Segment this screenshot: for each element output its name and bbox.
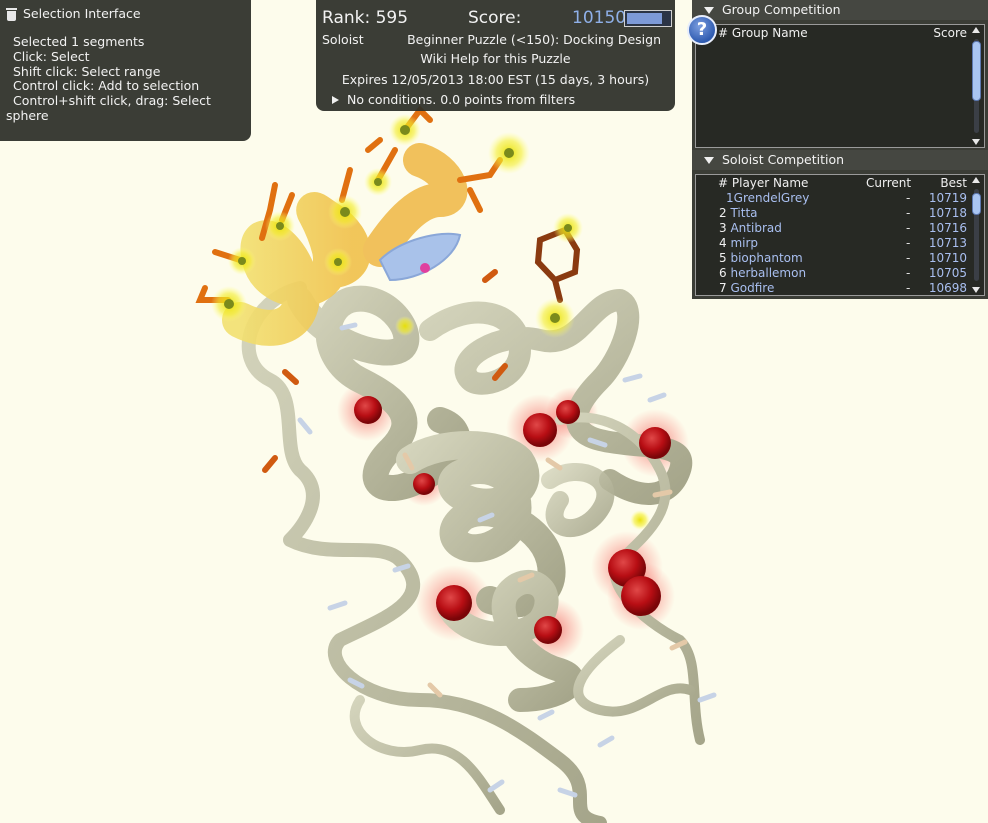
player-current-score: -	[906, 236, 911, 250]
competition-panel: Group Competition # Group Name Score Sol…	[692, 0, 988, 299]
player-rank: 3	[719, 221, 727, 235]
group-competition-list[interactable]: # Group Name Score	[695, 24, 985, 148]
player-name: Godfire	[730, 281, 775, 295]
player-name: herballemon	[730, 266, 807, 280]
player-best-score: 10698	[928, 281, 967, 295]
selection-interface-panel: Selection Interface Selected 1 segments …	[0, 0, 251, 141]
player-best-score: 10719	[928, 191, 967, 205]
best-column-header[interactable]: Best	[940, 175, 967, 191]
scroll-thumb[interactable]	[972, 193, 981, 215]
player-rank: 5	[719, 251, 727, 265]
soloist-competition-header[interactable]: Soloist Competition	[692, 150, 988, 170]
scroll-down-icon[interactable]	[972, 287, 980, 293]
player-current-score: -	[906, 206, 911, 220]
player-rank-name: 1GrendelGrey	[726, 191, 809, 206]
player-rank-name: 4 mirp	[719, 236, 758, 251]
conditions-text: No conditions. 0.0 points from filters	[347, 92, 576, 107]
player-rank: 6	[719, 266, 727, 280]
leaderboard-row[interactable]: 1GrendelGrey - 10719	[696, 191, 984, 206]
soloist-list-scrollbar[interactable]	[971, 177, 982, 293]
expiration-info: Expires 12/05/2013 18:00 EST (15 days, 3…	[341, 72, 650, 87]
player-rank: 4	[719, 236, 727, 250]
leaderboard-row[interactable]: 6 herballemon - 10705	[696, 266, 984, 281]
collapse-arrow-icon[interactable]	[704, 157, 714, 164]
player-rank-name: 7 Godfire	[719, 281, 775, 295]
player-name: Titta	[730, 206, 758, 220]
player-name: biophantom	[730, 251, 803, 265]
soloist-competition-list[interactable]: # Player Name Current Best 1GrendelGrey -…	[695, 174, 985, 296]
player-name: GrendelGrey	[733, 191, 810, 205]
score-label: Score:	[468, 8, 522, 28]
play-mode: Soloist	[322, 32, 364, 47]
player-rank: 1	[726, 191, 734, 205]
help-icon[interactable]: ?	[687, 15, 717, 45]
expand-arrow-icon[interactable]	[332, 95, 339, 104]
player-rank: 7	[719, 281, 727, 295]
selection-interface-title: Selection Interface	[23, 5, 141, 21]
player-best-score: 10705	[928, 266, 967, 280]
player-current-score: -	[906, 221, 911, 235]
wiki-help-link[interactable]: Wiki Help for this Puzzle	[322, 50, 669, 68]
score-value: 10150	[572, 8, 627, 28]
current-column-header[interactable]: Current	[866, 175, 911, 191]
trash-icon[interactable]	[6, 7, 17, 21]
puzzle-name: Beginner Puzzle (<150): Docking Design	[407, 32, 661, 47]
rank-display: Rank: 595	[322, 8, 409, 28]
group-competition-title: Group Competition	[722, 2, 841, 17]
group-list-scrollbar[interactable]	[971, 27, 982, 145]
help-control-click: Control click: Add to selection	[13, 78, 200, 94]
score-progress-bar	[624, 10, 672, 27]
score-panel: Rank: 595 Score: 10150 Soloist Beginner …	[316, 0, 675, 111]
player-best-score: 10716	[928, 221, 967, 235]
scroll-down-icon[interactable]	[972, 139, 980, 145]
leaderboard-row[interactable]: 4 mirp - 10713	[696, 236, 984, 251]
player-current-score: -	[906, 266, 911, 280]
player-rank-name: 2 Titta	[719, 206, 758, 221]
help-click: Click: Select	[13, 48, 90, 64]
player-name-column-header[interactable]: # Player Name	[718, 175, 808, 191]
player-name: Antibrad	[730, 221, 782, 235]
leaderboard-row[interactable]: 5 biophantom - 10710	[696, 251, 984, 266]
conditions-toggle[interactable]: No conditions. 0.0 points from filters	[322, 92, 669, 107]
collapse-arrow-icon[interactable]	[704, 7, 714, 14]
player-best-score: 10710	[928, 251, 967, 265]
player-name: mirp	[730, 236, 759, 250]
player-current-score: -	[906, 251, 911, 265]
scroll-up-icon[interactable]	[972, 177, 980, 183]
leaderboard-row[interactable]: 3 Antibrad - 10716	[696, 221, 984, 236]
group-name-column-header[interactable]: # Group Name	[718, 25, 808, 41]
player-rank-name: 3 Antibrad	[719, 221, 782, 236]
help-control-shift-click: Control+shift click, drag: Select	[13, 93, 211, 109]
scroll-thumb[interactable]	[972, 41, 981, 101]
scroll-up-icon[interactable]	[972, 27, 980, 33]
player-current-score: -	[906, 191, 911, 205]
player-rank-name: 5 biophantom	[719, 251, 803, 266]
player-best-score: 10718	[928, 206, 967, 220]
help-sphere: sphere	[6, 107, 49, 123]
selection-status: Selected 1 segments	[13, 34, 145, 49]
player-best-score: 10713	[928, 236, 967, 250]
group-score-column-header[interactable]: Score	[933, 25, 967, 41]
player-rank: 2	[719, 206, 727, 220]
score-progress-fill	[627, 13, 662, 24]
player-current-score: -	[906, 281, 911, 295]
player-rank-name: 6 herballemon	[719, 266, 806, 281]
group-competition-header[interactable]: Group Competition	[692, 0, 988, 20]
help-shift-click: Shift click: Select range	[13, 63, 161, 79]
leaderboard-row[interactable]: 7 Godfire - 10698	[696, 281, 984, 295]
leaderboard-row[interactable]: 2 Titta - 10718	[696, 206, 984, 221]
soloist-competition-title: Soloist Competition	[722, 152, 845, 167]
